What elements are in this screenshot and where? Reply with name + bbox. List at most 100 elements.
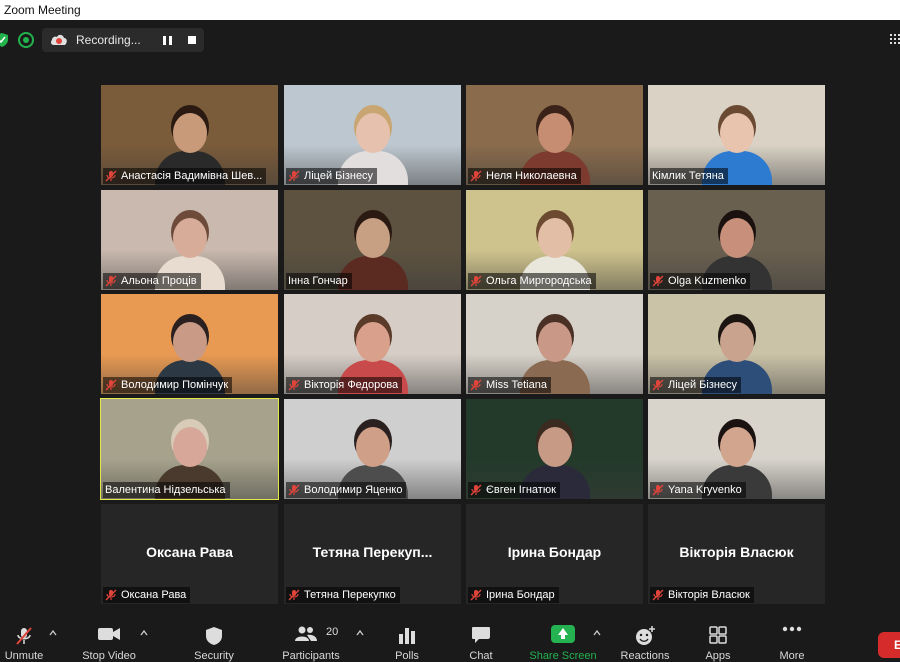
pause-recording-icon[interactable] bbox=[162, 34, 174, 46]
participant-tile-active-speaker[interactable]: Валентина Нідзельська bbox=[100, 398, 279, 500]
participant-name: Анастасія Вадимівна Шев... bbox=[121, 170, 263, 182]
polls-label: Polls bbox=[395, 650, 419, 662]
security-label: Security bbox=[194, 650, 234, 662]
muted-mic-icon bbox=[288, 379, 300, 391]
participant-name-tag: Євген Ігнатюк bbox=[468, 482, 560, 498]
participant-name: Ірина Бондар bbox=[486, 589, 555, 601]
muted-mic-icon bbox=[470, 170, 482, 182]
unmute-label: Unmute bbox=[4, 650, 44, 662]
participant-tile[interactable]: Кімлик Тетяна bbox=[648, 85, 825, 185]
participant-name-tag: Ліцей Бізнесу bbox=[650, 377, 742, 393]
participant-display-name: Вікторія Власюк bbox=[679, 544, 794, 560]
cloud-record-icon bbox=[50, 34, 67, 45]
muted-mic-icon bbox=[288, 589, 300, 601]
polls-button[interactable]: Polls bbox=[367, 608, 447, 662]
apps-label: Apps bbox=[705, 650, 731, 662]
stop-video-label: Stop Video bbox=[82, 650, 136, 662]
muted-mic-icon bbox=[652, 484, 664, 496]
muted-mic-icon bbox=[470, 484, 482, 496]
participant-name-tag: Вікторія Власюк bbox=[650, 587, 754, 603]
chat-button[interactable]: Chat bbox=[441, 608, 521, 662]
participant-name-tag: Валентина Нідзельська bbox=[103, 482, 230, 498]
participant-display-name: Ірина Бондар bbox=[507, 544, 602, 560]
muted-mic-icon bbox=[470, 379, 482, 391]
participant-name-tag: Ліцей Бізнесу bbox=[286, 168, 378, 184]
reactions-label: Reactions bbox=[620, 650, 670, 662]
participant-tile[interactable]: Вікторія Федорова bbox=[284, 294, 461, 394]
participant-name: Ліцей Бізнесу bbox=[304, 170, 374, 182]
participants-icon bbox=[295, 626, 317, 641]
participant-name: Володимир Помінчук bbox=[121, 379, 229, 391]
muted-mic-icon bbox=[105, 170, 117, 182]
participant-name: Olga Kuzmenko bbox=[668, 275, 747, 287]
participant-tile[interactable]: Інна Гончар bbox=[284, 190, 461, 290]
share-screen-icon bbox=[551, 625, 575, 643]
participant-tile[interactable]: Ірина Бондар Ірина Бондар bbox=[466, 504, 643, 604]
participant-name-tag: Неля Николаевна bbox=[468, 168, 581, 184]
participant-tile[interactable]: Володимир Яценко bbox=[284, 399, 461, 499]
participant-name: Тетяна Перекупко bbox=[304, 589, 396, 601]
participant-tile[interactable]: Оксана Рава Оксана Рава bbox=[101, 504, 278, 604]
more-label: More bbox=[779, 650, 805, 662]
participant-tile[interactable]: Ольга Миргородська bbox=[466, 190, 643, 290]
muted-mic-icon bbox=[652, 275, 664, 287]
participant-name: Альона Проців bbox=[121, 275, 197, 287]
share-screen-button[interactable]: Share Screen bbox=[523, 608, 603, 662]
participant-name: Yana Kryvenko bbox=[668, 484, 742, 496]
participants-button[interactable]: 20 Participants bbox=[271, 608, 351, 662]
participant-tile[interactable]: Володимир Помінчук bbox=[101, 294, 278, 394]
apps-icon bbox=[709, 626, 727, 644]
participant-name: Кімлик Тетяна bbox=[652, 170, 724, 182]
participant-name: Вікторія Власюк bbox=[668, 589, 750, 601]
participant-tile[interactable]: Альона Проців bbox=[101, 190, 278, 290]
participants-caret-icon[interactable] bbox=[356, 630, 364, 636]
muted-mic-icon bbox=[105, 275, 117, 287]
participant-name-tag: Ольга Миргородська bbox=[468, 273, 596, 289]
window-title: Zoom Meeting bbox=[0, 0, 900, 20]
security-button[interactable]: Security bbox=[174, 608, 254, 662]
participant-name-tag: Yana Kryvenko bbox=[650, 482, 746, 498]
audio-options-caret-icon[interactable] bbox=[49, 630, 57, 636]
participant-name: Вікторія Федорова bbox=[304, 379, 399, 391]
share-options-caret-icon[interactable] bbox=[593, 630, 601, 636]
end-meeting-button[interactable]: E bbox=[878, 632, 900, 658]
video-options-caret-icon[interactable] bbox=[140, 630, 148, 636]
participant-name: Оксана Рава bbox=[121, 589, 187, 601]
muted-mic-icon bbox=[16, 627, 32, 645]
shield-check-icon[interactable] bbox=[0, 33, 8, 47]
more-dots-icon bbox=[782, 626, 802, 632]
apps-button[interactable]: Apps bbox=[678, 608, 758, 662]
participant-name: Валентина Нідзельська bbox=[105, 484, 226, 496]
polls-icon bbox=[399, 628, 415, 644]
participant-name-tag: Ірина Бондар bbox=[468, 587, 559, 603]
participant-tile[interactable]: Вікторія Власюк Вікторія Власюк bbox=[648, 504, 825, 604]
participant-name-tag: Тетяна Перекупко bbox=[286, 587, 400, 603]
stop-recording-icon[interactable] bbox=[188, 36, 196, 44]
reactions-button[interactable]: Reactions bbox=[605, 608, 685, 662]
muted-mic-icon bbox=[288, 484, 300, 496]
connection-icon[interactable] bbox=[18, 32, 34, 48]
video-camera-icon bbox=[98, 628, 120, 640]
view-grid-icon[interactable] bbox=[890, 34, 900, 44]
participant-tile[interactable]: Yana Kryvenko bbox=[648, 399, 825, 499]
recording-label: Recording... bbox=[76, 33, 141, 47]
reactions-smiley-icon bbox=[636, 626, 655, 645]
participant-name-tag: Володимир Помінчук bbox=[103, 377, 233, 393]
meeting-top-bar: Recording... bbox=[0, 20, 900, 60]
participant-tile[interactable]: Ліцей Бізнесу bbox=[284, 85, 461, 185]
security-shield-icon bbox=[206, 627, 222, 645]
participant-name-tag: Анастасія Вадимівна Шев... bbox=[103, 168, 267, 184]
participant-name-tag: Miss Tetiana bbox=[468, 377, 551, 393]
participant-tile[interactable]: Miss Tetiana bbox=[466, 294, 643, 394]
participant-name-tag: Вікторія Федорова bbox=[286, 377, 403, 393]
participant-tile[interactable]: Тетяна Перекуп... Тетяна Перекупко bbox=[284, 504, 461, 604]
participant-tile[interactable]: Неля Николаевна bbox=[466, 85, 643, 185]
more-button[interactable]: More bbox=[752, 608, 832, 662]
stop-video-button[interactable]: Stop Video bbox=[69, 608, 149, 662]
participant-tile[interactable]: Olga Kuzmenko bbox=[648, 190, 825, 290]
participant-tile[interactable]: Ліцей Бізнесу bbox=[648, 294, 825, 394]
participant-tile[interactable]: Анастасія Вадимівна Шев... bbox=[101, 85, 278, 185]
participant-tile[interactable]: Євген Ігнатюк bbox=[466, 399, 643, 499]
participant-name-tag: Оксана Рава bbox=[103, 587, 191, 603]
participant-name: Інна Гончар bbox=[288, 275, 348, 287]
